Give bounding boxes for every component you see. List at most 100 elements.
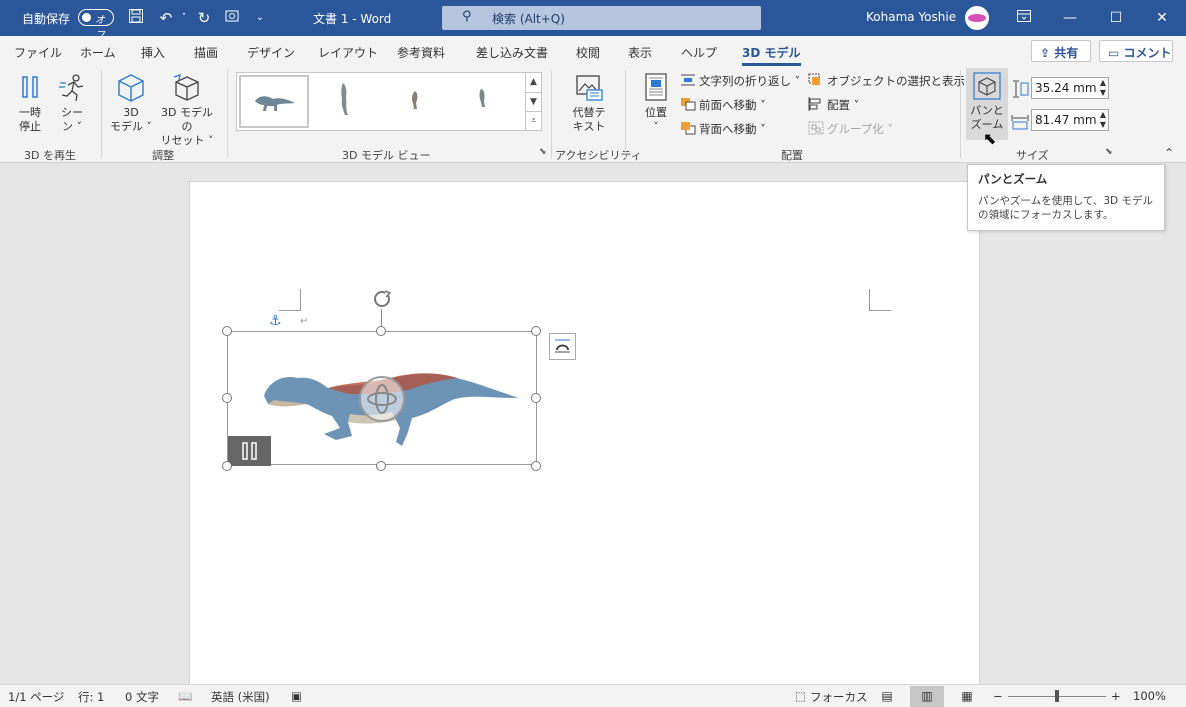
tab-layout[interactable]: レイアウト bbox=[318, 44, 378, 61]
scenes-button[interactable]: シー ン ˅ bbox=[54, 72, 90, 134]
word-count[interactable]: 0 文字 bbox=[125, 689, 159, 705]
resize-handle-nw[interactable] bbox=[222, 326, 232, 336]
tab-draw[interactable]: 描画 bbox=[194, 44, 218, 61]
position-button[interactable]: 位置 ˅ bbox=[638, 72, 674, 134]
reset-3d-model-button[interactable]: 3D モデルの リセット ˅ bbox=[156, 72, 218, 148]
comment-label: コメント bbox=[1123, 46, 1172, 60]
tab-insert[interactable]: 挿入 bbox=[141, 44, 165, 61]
margin-corner-left bbox=[279, 289, 301, 311]
zoom-out-icon[interactable]: − bbox=[993, 689, 1003, 703]
tooltip-title: パンとズーム bbox=[978, 172, 1048, 186]
collapse-ribbon-icon[interactable]: ⌃ bbox=[1164, 146, 1174, 160]
pan-zoom-label-1: パンと bbox=[970, 104, 1004, 117]
gallery-scroll-down[interactable]: ▼ bbox=[525, 92, 541, 111]
view-preset-2[interactable] bbox=[311, 75, 381, 128]
width-input[interactable]: 81.47 mm ▲ ▼ bbox=[1031, 109, 1109, 131]
dialog-launcher-icon[interactable]: ⬊ bbox=[539, 147, 547, 157]
align-label: 配置 ˅ bbox=[827, 98, 860, 112]
bring-forward-button[interactable]: 前面へ移動 ˅ bbox=[680, 95, 766, 115]
customize-qat-icon[interactable]: ⌄ bbox=[250, 8, 270, 28]
tab-view[interactable]: 表示 bbox=[628, 44, 652, 61]
search-icon: ⚲ bbox=[462, 9, 472, 24]
search-box[interactable]: ⚲ 検索 (Alt+Q) bbox=[442, 6, 761, 30]
scenes-label-2: ン ˅ bbox=[62, 120, 82, 133]
resize-handle-ne[interactable] bbox=[531, 326, 541, 336]
resize-handle-sw[interactable] bbox=[222, 461, 232, 471]
view-preset-3[interactable] bbox=[381, 75, 451, 128]
view-preset-4[interactable] bbox=[451, 75, 521, 128]
tab-references[interactable]: 参考資料 bbox=[397, 44, 445, 61]
model-pause-button[interactable] bbox=[228, 436, 271, 466]
group-objects-button[interactable]: グループ化 ˅ bbox=[808, 119, 893, 139]
tab-mailings[interactable]: 差し込み文書 bbox=[476, 44, 548, 61]
focus-mode-label[interactable]: フォーカス bbox=[810, 689, 868, 705]
rotate-handle-icon[interactable] bbox=[371, 288, 393, 313]
zoom-in-icon[interactable]: + bbox=[1111, 689, 1121, 703]
align-button[interactable]: 配置 ˅ bbox=[808, 95, 859, 115]
alt-text-button[interactable]: 代替テ キスト bbox=[565, 72, 613, 134]
autosave-toggle[interactable]: オフ bbox=[78, 9, 114, 41]
3d-models-button[interactable]: 3D モデル ˅ bbox=[108, 72, 154, 134]
zoom-slider-thumb[interactable] bbox=[1055, 690, 1059, 702]
send-backward-button[interactable]: 背面へ移動 ˅ bbox=[680, 119, 766, 139]
user-name[interactable]: Kohama Yoshie bbox=[866, 10, 956, 24]
gallery-scroll-up[interactable]: ▲ bbox=[525, 73, 541, 92]
comments-button[interactable]: ▭ コメント bbox=[1099, 40, 1173, 62]
undo-icon[interactable]: ↶ bbox=[156, 8, 176, 28]
3d-rotate-control-icon[interactable] bbox=[359, 376, 405, 422]
resize-handle-e[interactable] bbox=[531, 393, 541, 403]
height-spinner-icon[interactable]: ▲ ▼ bbox=[1100, 78, 1106, 98]
tab-home[interactable]: ホーム bbox=[80, 44, 116, 61]
margin-corner-right bbox=[869, 289, 891, 311]
print-layout-icon[interactable]: ▥ bbox=[910, 686, 944, 707]
title-bar: 自動保存 オフ ↶ ˅ ↻ ⌄ 文書 1 - Word ⚲ 検索 (Alt+Q)… bbox=[0, 0, 1186, 41]
wrap-text-button[interactable]: 文字列の折り返し ˅ bbox=[680, 71, 800, 91]
close-icon[interactable]: ✕ bbox=[1152, 8, 1172, 28]
minimize-icon[interactable]: — bbox=[1060, 8, 1080, 28]
height-input[interactable]: 35.24 mm ▲ ▼ bbox=[1031, 77, 1109, 99]
page-count[interactable]: 1/1 ページ bbox=[8, 689, 64, 705]
resize-handle-s[interactable] bbox=[376, 461, 386, 471]
status-bar: 1/1 ページ 行: 1 0 文字 📖 英語 (米国) ▣ ⬚ フォーカス ▤ … bbox=[0, 684, 1186, 707]
group-objects-label: グループ化 ˅ bbox=[827, 122, 894, 136]
resize-handle-w[interactable] bbox=[222, 393, 232, 403]
language[interactable]: 英語 (米国) bbox=[211, 689, 270, 705]
share-icon: ⇪ bbox=[1040, 46, 1051, 60]
undo-dropdown-icon[interactable]: ˅ bbox=[174, 8, 194, 28]
zoom-percent[interactable]: 100% bbox=[1133, 689, 1166, 703]
height-value: 35.24 mm bbox=[1035, 81, 1097, 95]
proofing-icon[interactable]: 📖 bbox=[178, 689, 192, 703]
view-preset-1[interactable] bbox=[239, 75, 309, 128]
save-icon[interactable] bbox=[126, 8, 146, 28]
touch-mode-icon[interactable] bbox=[222, 8, 242, 28]
anchor-icon: ⚓ bbox=[269, 313, 282, 329]
resize-handle-se[interactable] bbox=[531, 461, 541, 471]
size-dialog-launcher-icon[interactable]: ⬊ bbox=[1105, 147, 1113, 157]
maximize-icon[interactable]: ☐ bbox=[1106, 8, 1126, 28]
avatar[interactable] bbox=[965, 6, 989, 30]
width-icon bbox=[1011, 112, 1029, 133]
web-layout-icon[interactable]: ▦ bbox=[950, 686, 984, 707]
bring-forward-label: 前面へ移動 ˅ bbox=[699, 98, 766, 112]
tab-help[interactable]: ヘルプ bbox=[681, 44, 717, 61]
share-button[interactable]: ⇪ 共有 bbox=[1031, 40, 1091, 62]
layout-options-icon[interactable] bbox=[549, 333, 576, 360]
document-page[interactable]: ⚓ ↵ bbox=[189, 181, 980, 684]
tab-file[interactable]: ファイル bbox=[14, 44, 62, 61]
read-mode-icon[interactable]: ▤ bbox=[870, 686, 904, 707]
group-label-arrange: 配置 bbox=[781, 149, 803, 162]
macro-recording-icon[interactable]: ▣ bbox=[291, 689, 302, 703]
ribbon-display-options-icon[interactable] bbox=[1014, 8, 1034, 28]
group-label-accessibility: アクセシビリティ bbox=[555, 149, 642, 162]
gallery-more[interactable]: ⩡ bbox=[525, 111, 541, 130]
width-spinner-icon[interactable]: ▲ ▼ bbox=[1100, 110, 1106, 130]
redo-icon[interactable]: ↻ bbox=[194, 8, 214, 28]
resize-handle-n[interactable] bbox=[376, 326, 386, 336]
selection-pane-button[interactable]: オブジェクトの選択と表示 bbox=[808, 71, 965, 91]
3d-model-selection[interactable] bbox=[227, 331, 537, 466]
tab-3d-model[interactable]: 3D モデル bbox=[742, 44, 801, 66]
tab-design[interactable]: デザイン bbox=[247, 44, 295, 61]
tab-review[interactable]: 校閲 bbox=[576, 44, 600, 61]
pause-button[interactable]: 一時 停止 bbox=[12, 72, 48, 134]
focus-mode-icon[interactable]: ⬚ bbox=[795, 689, 806, 703]
